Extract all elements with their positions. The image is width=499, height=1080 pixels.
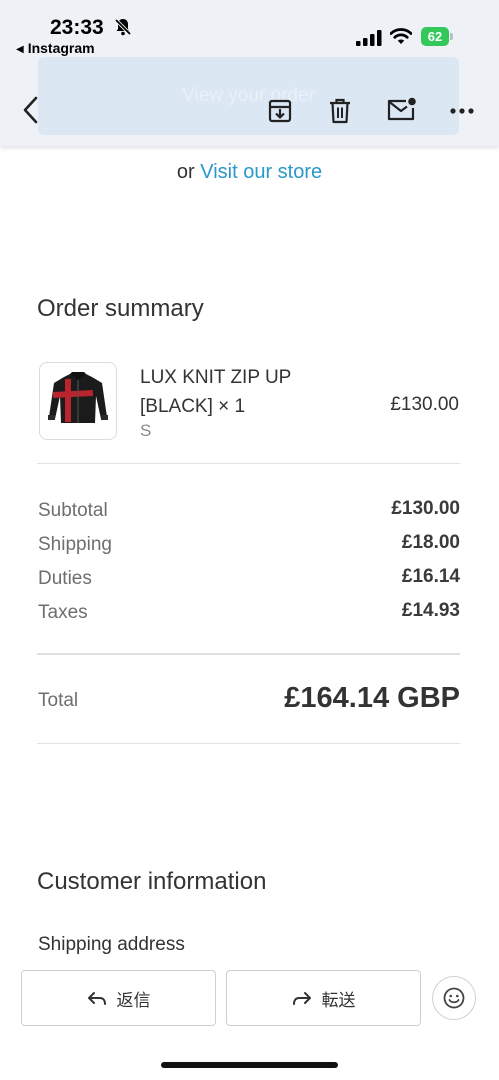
taxes-value: £14.93 (401, 600, 460, 621)
product-variant: S (140, 421, 152, 440)
reply-button[interactable]: 返信 (21, 970, 216, 1026)
forward-arrow-icon (292, 992, 311, 1005)
top-bar: 23:33 ◀ Instagram 62 View your order (0, 0, 499, 146)
shipping-value: £18.00 (401, 532, 460, 553)
reply-arrow-icon (87, 992, 106, 1005)
smiley-icon (443, 987, 465, 1009)
duties-label: Duties (38, 568, 92, 589)
status-time: 23:33 (50, 16, 104, 39)
shipping-label: Shipping (38, 534, 112, 555)
reply-label: 返信 (116, 990, 151, 1011)
home-indicator[interactable] (161, 1062, 338, 1068)
divider (37, 463, 460, 464)
duties-value: £16.14 (401, 566, 460, 587)
product-name: LUX KNIT ZIP UP [BLACK] × 1 (140, 367, 291, 417)
subtotal-label: Subtotal (38, 500, 108, 521)
mark-unread-button[interactable] (386, 94, 418, 126)
visit-store-line: or Visit our store (0, 161, 499, 184)
mail-unread-icon (387, 97, 416, 121)
visit-store-link[interactable]: Visit our store (200, 161, 322, 183)
back-to-app-label: Instagram (27, 40, 95, 56)
back-button[interactable] (14, 94, 46, 126)
subtotal-value: £130.00 (391, 498, 460, 519)
wifi-icon (390, 28, 412, 44)
total-label: Total (38, 690, 79, 711)
jacket-image-icon (48, 372, 108, 423)
cellular-signal-icon (356, 30, 382, 46)
total-value: £164.14 GBP (284, 682, 460, 714)
back-chevron-icon (23, 96, 38, 124)
customer-information-title: Customer information (37, 868, 267, 895)
bell-muted-icon (114, 18, 132, 36)
divider (37, 653, 460, 655)
more-icon (450, 108, 474, 114)
shipping-address-label: Shipping address (38, 934, 185, 955)
divider (37, 743, 460, 744)
trash-icon (330, 98, 350, 124)
order-summary-title: Order summary (37, 295, 204, 322)
battery-tip (450, 33, 453, 40)
emoji-reaction-button[interactable] (432, 976, 476, 1020)
delete-button[interactable] (324, 95, 356, 127)
more-button[interactable] (446, 95, 478, 127)
product-price: £130.00 (390, 394, 459, 415)
forward-button[interactable]: 転送 (226, 970, 421, 1026)
back-triangle-icon: ◀ (16, 44, 24, 55)
archive-icon (268, 99, 292, 123)
product-image[interactable] (39, 362, 117, 440)
taxes-label: Taxes (38, 602, 88, 623)
battery-icon: 62 (421, 27, 449, 46)
battery-level: 62 (427, 29, 443, 44)
store-prefix: or (176, 161, 195, 183)
back-to-app-link[interactable]: ◀ Instagram (16, 40, 95, 56)
forward-label: 転送 (321, 990, 356, 1011)
archive-button[interactable] (264, 95, 296, 127)
